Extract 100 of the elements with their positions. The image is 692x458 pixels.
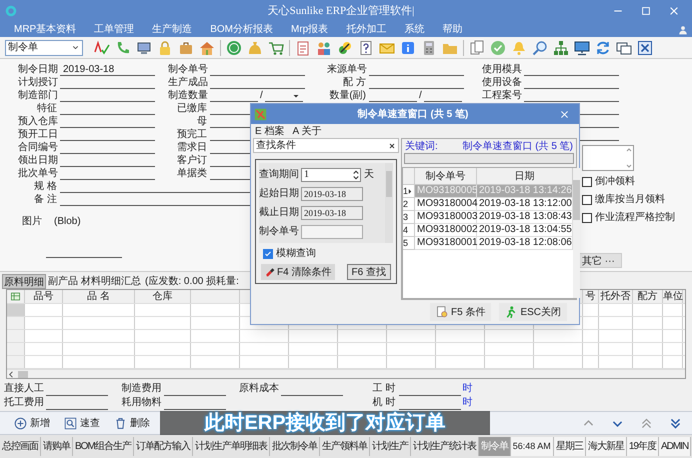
status-text: 星期三 [554,437,586,456]
spinner-field[interactable]: 1 [301,168,361,182]
field-label: 规 格 [33,181,58,193]
table-cell[interactable]: MO93180002 [415,224,477,237]
tab[interactable]: 材料明细汇总 [80,274,142,289]
field-value: (Blob) [54,215,81,229]
taskbar-item[interactable]: 请购单 [41,437,73,456]
field-label: 工程案号 [482,90,523,102]
toolbar-button[interactable]: 速查 [64,416,100,430]
menu-item[interactable]: 生产制造 [152,22,192,37]
field-label: 来源单号 [327,64,368,76]
field-label: 制造费用 [122,382,162,396]
document-type-dropdown[interactable]: 制令单 [5,40,83,56]
column-header: 仓库 [152,291,172,302]
field-label: 合同编号 [18,142,59,154]
status-text: ADMIN [658,437,692,456]
field-label: 制造部门 [18,90,59,102]
separator-text: / [418,90,423,102]
field-label: 使用设备 [482,77,523,89]
field-label: 母 [196,116,208,128]
field-label: 批次单号 [18,168,59,180]
field-label: 工 时 [372,382,396,396]
input-field[interactable]: 2019-03-18 [301,206,363,220]
field-label: 备 注 [33,194,58,206]
field-label: 制造数量 [168,90,209,102]
toolbar-button[interactable]: 删除 [114,416,150,430]
menu-item[interactable]: BOM分析报表 [210,22,274,37]
field-label: 制令单号 [168,64,209,76]
taskbar-item[interactable]: 批次制令单 [270,437,320,456]
field-label: 客户订 [176,155,208,167]
window-title: 天心Sunlike ERP企业管理软件| [266,4,416,19]
field-label: 制令单号 [259,224,300,239]
taskbar-item[interactable]: 计划生产单明细表 [192,437,270,456]
field-label: 原料成本 [239,382,280,396]
column-header: 托外否 [600,291,630,302]
field-label: 预入仓库 [18,116,59,128]
field-label: 直接人工 [4,382,45,396]
input-field[interactable]: 2019-03-18 [60,64,155,76]
unit-text: 天 [364,168,374,182]
separator-text: / [259,90,264,102]
field-label: 耗用物料 [122,396,162,410]
field-label: 已缴库 [176,103,208,115]
field-label: 起始日期 [259,186,300,201]
column-header: 品号 [34,291,54,302]
tab[interactable]: 原料明细 [2,274,46,289]
table-cell[interactable]: MO93180001 [415,237,477,250]
field-label: 使用模具 [482,64,523,76]
menu-item[interactable]: 系统 [404,22,424,37]
field-label: 托工费用 [4,396,45,410]
menu-item[interactable]: 工单管理 [94,22,134,37]
tab[interactable]: 副产品 [47,274,79,289]
field-label: 配 方 [342,77,367,89]
unit-text: 时 [462,396,472,410]
caption-text: 此时ERP接收到了对应订单 [204,411,446,435]
row-number: 1 [403,185,408,197]
taskbar-item[interactable]: 计划生产 [370,437,411,456]
field-label: 数量(副) [328,90,367,102]
taskbar-item[interactable]: 订单配方输入 [134,437,193,456]
field-label: 制令日期 [18,64,59,76]
taskbar-item[interactable]: 总控画面 [0,437,41,456]
row-number: 5 [403,237,408,249]
dialog-button[interactable]: F4 清除条件 [261,264,336,280]
field-label: 截止日期 [259,206,300,220]
input-field[interactable]: 2019-03-18 [301,186,363,200]
menu-item[interactable]: 帮助 [442,22,462,37]
taskbar-item[interactable]: 生产领料单 [320,437,370,456]
dialog-button[interactable]: ESC关闭 [499,303,567,321]
status-text: 56:48 AM [510,437,554,456]
menu-item[interactable]: MRP基本资料 [14,22,76,37]
dialog-button[interactable]: F5 条件 [430,303,492,321]
column-header: 配方 [638,291,658,302]
field-label: 机 时 [372,396,396,410]
table-cell[interactable]: MO93180003 [415,211,477,224]
menu-item[interactable]: E 档案 [255,124,284,138]
keyword-label: 关键词: [405,140,438,154]
field-label: 图片 [22,214,42,229]
unit-text: 时 [462,382,472,396]
menu-item[interactable]: A 关于 [292,124,322,138]
field-label: 生产成品 [168,77,209,89]
status-text: 19年度 [626,437,659,456]
panel-title: 查找条件 [256,138,296,153]
toolbar-button[interactable]: 新增 [14,416,50,430]
field-label: 预开工日 [18,129,59,141]
field-label: 计划授订 [18,77,59,89]
field-label: 查询期间 [259,168,300,182]
summary-text: (应发数: 0.00 损耗量: [145,274,239,289]
taskbar-item[interactable]: BOM组合生产 [73,437,134,456]
column-header: 号 [586,291,596,302]
menu-item[interactable]: 托外加工 [346,22,386,37]
dialog-title: 制令单速查窗口 (共 5 笔) [356,108,470,122]
checkbox-label: 作业流程严格控制 [595,210,675,225]
status-text: 海大新星 [586,437,627,456]
checkbox-label: 模糊查询 [276,246,316,261]
checkbox-label: 缴库按当月领料 [595,192,665,207]
column-header: 品 名 [87,291,110,302]
dialog-button[interactable]: F6 查找 [346,264,391,280]
field-label: 领出日期 [18,155,59,167]
menu-item[interactable]: Mrp报表 [291,22,328,37]
row-number: 4 [403,224,408,236]
table-cell[interactable]: MO93180004 [415,198,477,211]
